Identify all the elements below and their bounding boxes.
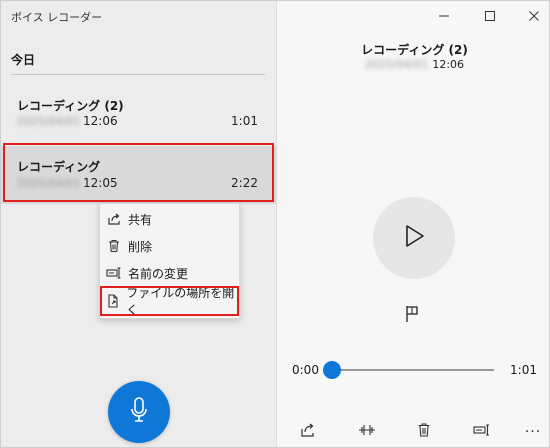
menu-item-label: 削除 (128, 239, 153, 254)
close-button[interactable] (519, 5, 549, 27)
share-icon (100, 212, 128, 226)
play-icon (403, 224, 425, 252)
recording-name: レコーディング (2) (17, 99, 124, 113)
menu-item-delete[interactable]: 削除 (100, 233, 239, 259)
player-pane: レコーディング (2) 2025/04/01 12:06 0:00 1:01 ·… (276, 1, 549, 447)
share-button[interactable] (296, 421, 320, 443)
menu-item-label: 共有 (128, 212, 153, 227)
app-title: ボイス レコーダー (11, 11, 103, 24)
microphone-icon (129, 397, 149, 427)
more-options-button[interactable]: ··· (521, 421, 545, 443)
minimize-button[interactable] (429, 5, 459, 27)
menu-item-label: 名前の変更 (128, 266, 189, 281)
rename-button[interactable] (470, 421, 494, 443)
seek-bar-track[interactable] (329, 369, 494, 371)
record-button[interactable] (108, 381, 170, 443)
more-icon: ··· (524, 424, 542, 440)
trash-icon (417, 422, 431, 442)
voice-recorder-window: ボイス レコーダー 今日 レコーディング (2) 2025/04/01 12:0… (0, 0, 550, 448)
add-marker-button[interactable] (404, 305, 420, 327)
menu-item-rename[interactable]: 名前の変更 (100, 260, 239, 286)
recordings-pane: ボイス レコーダー 今日 レコーディング (2) 2025/04/01 12:0… (1, 1, 276, 447)
player-recording-subtitle: 2025/04/01 12:06 (277, 58, 549, 71)
highlight-box-menu-item (100, 286, 239, 316)
playback-length: 1:01 (510, 363, 537, 377)
share-icon (300, 422, 316, 442)
menu-item-share[interactable]: 共有 (100, 206, 239, 232)
recording-duration: 1:01 (231, 114, 258, 128)
flag-icon (404, 306, 420, 327)
rename-icon (100, 266, 128, 280)
close-icon (528, 7, 540, 26)
highlight-box-recording (3, 143, 274, 202)
playback-position: 0:00 (292, 363, 319, 377)
trim-icon (358, 422, 376, 442)
player-recording-date: 2025/04/01 (364, 58, 429, 71)
player-recording-title: レコーディング (2) (361, 43, 468, 57)
recording-time: 12:06 (83, 114, 118, 128)
rename-icon (473, 422, 491, 442)
maximize-icon (484, 7, 496, 26)
delete-button[interactable] (412, 421, 436, 443)
trim-button[interactable] (355, 421, 379, 443)
recording-item[interactable]: レコーディング (2) 2025/04/01 12:06 1:01 (1, 89, 276, 147)
play-button[interactable] (373, 197, 455, 279)
section-title-today: 今日 (11, 53, 36, 67)
seek-bar-thumb[interactable] (323, 361, 341, 379)
maximize-button[interactable] (475, 5, 505, 27)
section-divider (11, 74, 265, 75)
minimize-icon (438, 7, 450, 26)
recording-date: 2025/04/01 (17, 115, 81, 128)
player-recording-time: 12:06 (432, 58, 465, 71)
trash-icon (100, 239, 128, 253)
